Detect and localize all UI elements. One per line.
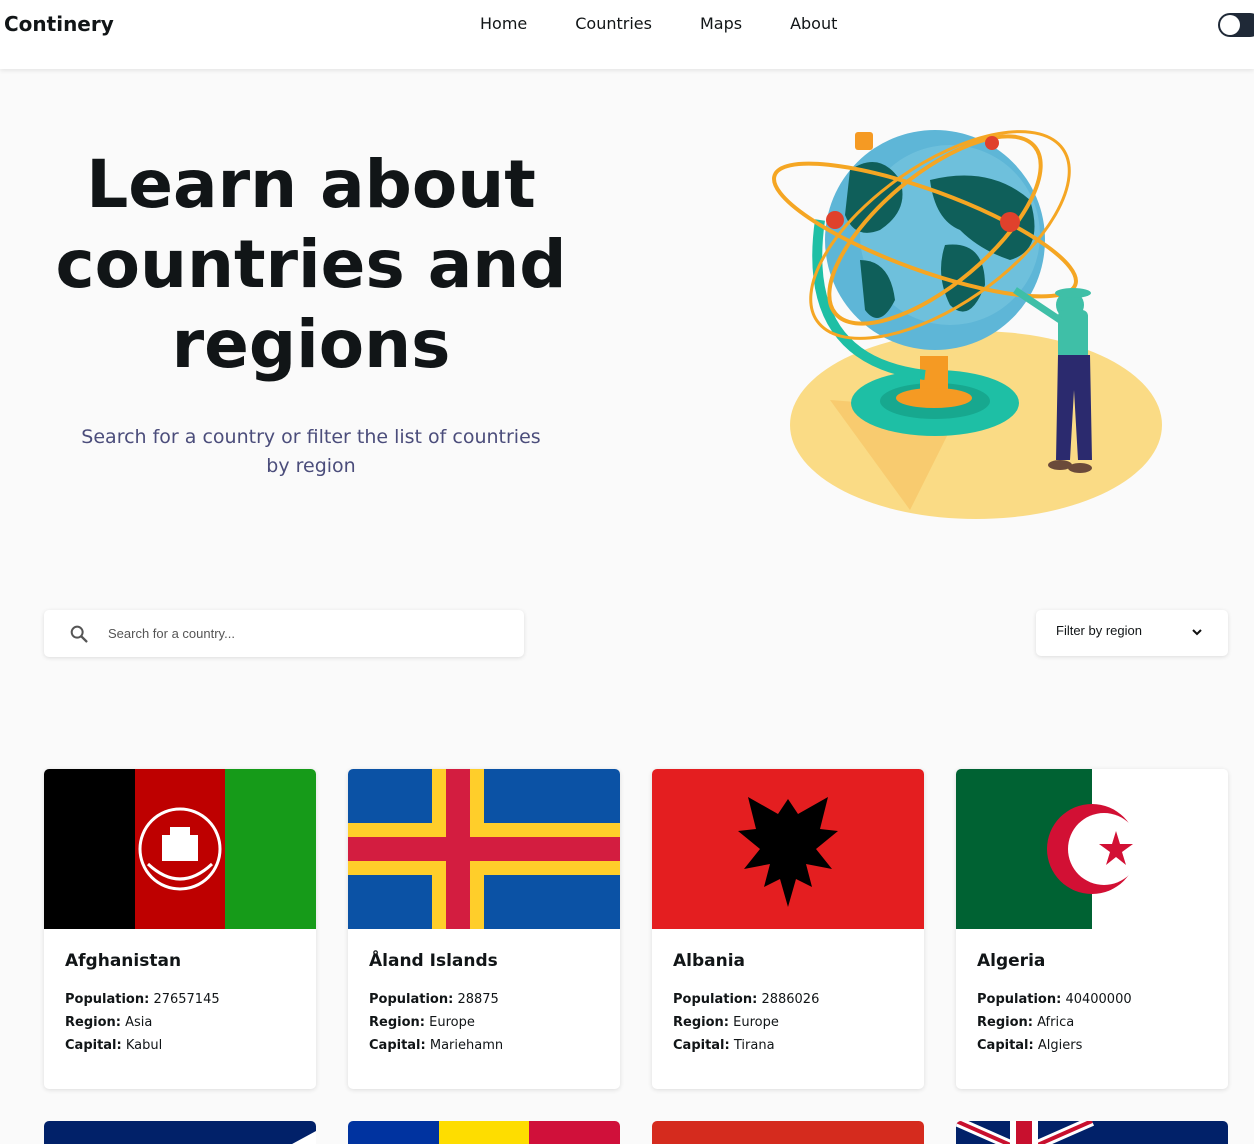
capital-label: Capital: — [673, 1038, 730, 1053]
nav-home-link[interactable]: Home — [480, 14, 527, 33]
region-label: Region: — [977, 1015, 1033, 1030]
country-card-partial[interactable] — [956, 1121, 1228, 1144]
capital-label: Capital: — [369, 1038, 426, 1053]
capital-value: Kabul — [125, 1038, 163, 1053]
flag-image-partial — [348, 1121, 620, 1144]
capital-label: Capital: — [65, 1038, 122, 1053]
country-card-partial[interactable] — [44, 1121, 316, 1144]
search-icon — [70, 625, 88, 643]
theme-toggle[interactable] — [1218, 13, 1254, 37]
country-name: Afghanistan — [65, 951, 182, 971]
population-value: 28875 — [457, 992, 499, 1007]
flag-image-partial — [652, 1121, 924, 1144]
population-row: Population: 27657145 — [65, 992, 220, 1007]
search-input[interactable] — [108, 622, 508, 644]
population-value: 40400000 — [1065, 992, 1132, 1007]
country-card[interactable]: Algeria Population: 40400000 Region: Afr… — [956, 769, 1228, 1089]
brand-logo[interactable]: Continery — [4, 12, 114, 36]
nav-links: Home Countries Maps About — [480, 14, 885, 33]
population-label: Population: — [369, 992, 454, 1007]
hero-title: Learn about countries and regions — [55, 146, 567, 383]
nav-countries-link[interactable]: Countries — [575, 14, 652, 33]
capital-label: Capital: — [977, 1038, 1034, 1053]
region-row: Region: Africa — [977, 1015, 1074, 1030]
navbar: Continery Home Countries Maps About — [0, 0, 1254, 69]
population-row: Population: 28875 — [369, 992, 499, 1007]
search-box — [44, 610, 524, 657]
country-name: Algeria — [977, 951, 1046, 971]
country-card[interactable]: Åland Islands Population: 28875 Region: … — [348, 769, 620, 1089]
filter-label: Filter by region — [1056, 623, 1142, 638]
chevron-down-icon — [1192, 629, 1202, 636]
capital-row: Capital: Mariehamn — [369, 1038, 503, 1053]
country-card[interactable]: Albania Population: 2886026 Region: Euro… — [652, 769, 924, 1089]
region-value: Asia — [125, 1015, 153, 1030]
population-value: 27657145 — [153, 992, 220, 1007]
region-value: Europe — [429, 1015, 475, 1030]
country-card-partial[interactable] — [652, 1121, 924, 1144]
region-label: Region: — [65, 1015, 121, 1030]
region-row: Region: Asia — [65, 1015, 152, 1030]
region-row: Region: Europe — [369, 1015, 475, 1030]
flag-image-partial — [956, 1121, 1228, 1144]
capital-row: Capital: Algiers — [977, 1038, 1082, 1053]
nav-maps-link[interactable]: Maps — [700, 14, 742, 33]
flag-image-partial — [44, 1121, 316, 1144]
region-filter-dropdown[interactable]: Filter by region — [1036, 610, 1228, 656]
country-name: Åland Islands — [369, 951, 498, 971]
capital-value: Tirana — [733, 1038, 775, 1053]
population-label: Population: — [673, 992, 758, 1007]
population-value: 2886026 — [761, 992, 820, 1007]
region-label: Region: — [673, 1015, 729, 1030]
region-value: Europe — [733, 1015, 779, 1030]
globe-illustration — [772, 130, 1162, 519]
population-row: Population: 40400000 — [977, 992, 1132, 1007]
capital-row: Capital: Tirana — [673, 1038, 775, 1053]
population-label: Population: — [977, 992, 1062, 1007]
hero-subtitle: Search for a country or filter the list … — [81, 426, 541, 477]
capital-value: Mariehamn — [429, 1038, 504, 1053]
region-label: Region: — [369, 1015, 425, 1030]
population-label: Population: — [65, 992, 150, 1007]
population-row: Population: 2886026 — [673, 992, 819, 1007]
albania-flag-image — [652, 769, 924, 929]
country-name: Albania — [673, 951, 746, 971]
capital-row: Capital: Kabul — [65, 1038, 162, 1053]
region-value: Africa — [1037, 1015, 1075, 1030]
country-card[interactable]: Afghanistan Population: 27657145 Region:… — [44, 769, 316, 1089]
toggle-knob — [1220, 15, 1240, 35]
region-row: Region: Europe — [673, 1015, 779, 1030]
nav-about-link[interactable]: About — [790, 14, 837, 33]
algeria-flag-image — [956, 769, 1228, 929]
country-card-partial[interactable] — [348, 1121, 620, 1144]
aland-islands-flag-image — [348, 769, 620, 929]
capital-value: Algiers — [1037, 1038, 1083, 1053]
afghanistan-flag-image — [44, 769, 316, 929]
